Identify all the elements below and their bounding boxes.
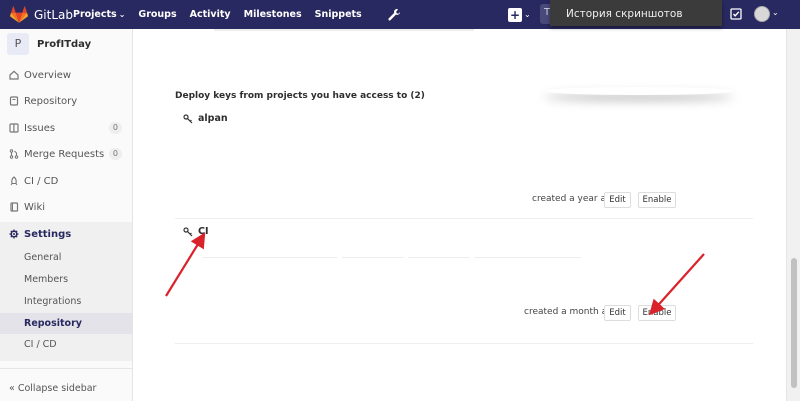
popup-text: История скриншотов (566, 8, 683, 20)
chevron-down-icon: ⌄ (524, 10, 531, 19)
wrench-icon[interactable] (387, 8, 401, 22)
home-icon (9, 70, 19, 80)
edit-button[interactable]: Edit (604, 305, 631, 321)
double-chevron-left-icon: « (9, 383, 15, 394)
section-title: Deploy keys from projects you have acces… (175, 91, 425, 101)
collapse-sidebar-label: Collapse sidebar (17, 383, 97, 394)
deploy-key-title: CI (183, 226, 209, 237)
sidebar-item-settings[interactable]: Settings (0, 224, 132, 244)
sidebar-item-issues[interactable]: Issues 0 (0, 118, 132, 138)
deploy-key-name: alpan (198, 113, 228, 124)
nav-groups[interactable]: Groups (138, 9, 176, 20)
scrollbar-thumb[interactable] (791, 258, 797, 388)
sidebar-item-wiki[interactable]: Wiki (0, 197, 132, 217)
faint-divider (474, 257, 581, 258)
book-icon (10, 202, 19, 212)
main-content: Deploy keys from projects you have acces… (134, 29, 786, 401)
enable-button[interactable]: Enable (638, 305, 676, 321)
deploy-key-title: alpan (183, 113, 228, 124)
nav-projects[interactable]: Projects ⌄ (73, 9, 125, 20)
sidebar-divider (0, 368, 132, 369)
settings-sub-members[interactable]: Members (24, 274, 68, 285)
gitlab-home-link[interactable]: GitLab (0, 6, 73, 23)
key-icon (183, 226, 193, 236)
enable-button[interactable]: Enable (638, 192, 676, 208)
sidebar-item-label: Overview (24, 69, 72, 81)
sidebar-item-merge-requests[interactable]: Merge Requests 0 (0, 144, 132, 164)
settings-sub-repository[interactable]: Repository (24, 318, 82, 329)
chevron-down-icon: ⌄ (118, 10, 126, 19)
settings-sub-integrations[interactable]: Integrations (24, 296, 81, 307)
sidebar-item-overview[interactable]: Overview (0, 65, 132, 85)
collapse-sidebar-button[interactable]: « Collapse sidebar (9, 383, 96, 394)
brand-name: GitLab (34, 7, 73, 22)
row-divider (175, 343, 753, 344)
deploy-key-name: CI (198, 226, 209, 237)
screenshot-history-popup: История скриншотов (550, 0, 722, 26)
merge-request-icon (9, 149, 19, 159)
nav-snippets[interactable]: Snippets (315, 9, 362, 20)
nav-projects-label: Projects (73, 9, 117, 20)
dropdown-shadow (544, 87, 734, 95)
todos-icon[interactable] (730, 8, 742, 20)
project-name: ProfITday (37, 38, 92, 50)
settings-sub-general[interactable]: General (24, 252, 61, 263)
issues-icon (9, 123, 19, 133)
sidebar-item-label: CI / CD (24, 175, 59, 187)
sidebar-item-label: Repository (24, 95, 78, 107)
gear-icon (9, 229, 19, 239)
nav-milestones[interactable]: Milestones (244, 9, 302, 20)
sidebar-item-label: Settings (24, 228, 72, 240)
sidebar-item-label: Wiki (24, 201, 46, 213)
gitlab-logo-icon (10, 6, 28, 23)
faint-divider (342, 257, 404, 258)
merge-requests-count-badge: 0 (108, 148, 122, 160)
sidebar-item-ci-cd[interactable]: CI / CD (0, 171, 132, 191)
nav-links: Projects ⌄ Groups Activity Milestones Sni… (73, 9, 375, 20)
user-avatar[interactable] (754, 6, 770, 22)
faint-divider (408, 257, 470, 258)
sidebar-item-repository[interactable]: Repository (0, 91, 132, 111)
chevron-down-icon[interactable]: ⌄ (772, 8, 779, 17)
sidebar-item-label: Merge Requests (24, 148, 105, 160)
edit-button[interactable]: Edit (604, 192, 631, 208)
key-icon (183, 113, 193, 123)
nav-new-dropdown[interactable]: + ⌄ (508, 0, 531, 29)
faint-divider (202, 257, 337, 258)
content-divider (214, 29, 474, 31)
plus-icon: + (508, 7, 522, 22)
nav-activity[interactable]: Activity (190, 9, 231, 20)
row-divider (175, 218, 753, 219)
issues-count-badge: 0 (108, 122, 122, 134)
project-header[interactable]: P ProfITday (7, 33, 91, 55)
settings-sub-ci-cd[interactable]: CI / CD (24, 339, 57, 350)
repository-icon (9, 96, 19, 106)
project-avatar: P (7, 33, 29, 55)
rocket-icon (10, 176, 18, 186)
sidebar-item-label: Issues (24, 122, 56, 134)
